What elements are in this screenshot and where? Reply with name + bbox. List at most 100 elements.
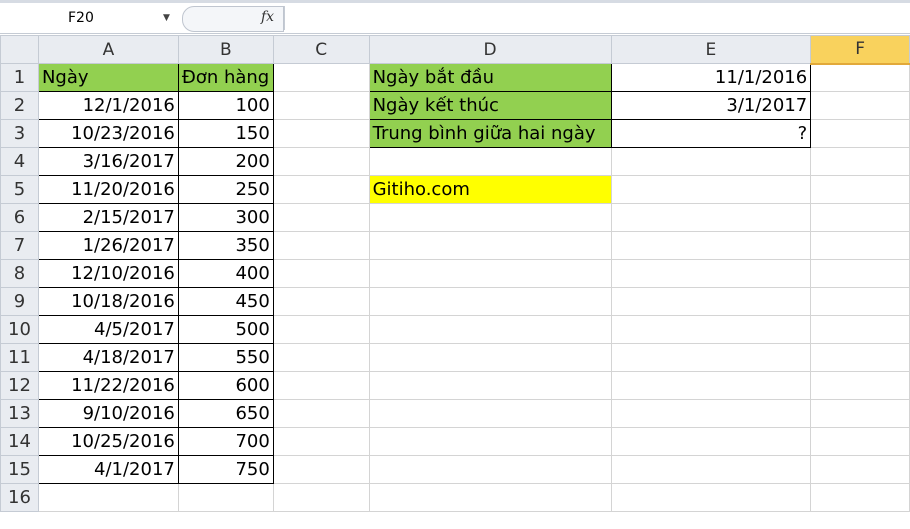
cell-D14[interactable] (368, 427, 612, 456)
cell-B4[interactable]: 200 (177, 147, 274, 176)
cell-D4[interactable] (368, 147, 612, 176)
cell-F2[interactable] (810, 91, 910, 120)
cell-E13[interactable] (610, 399, 812, 428)
cell-D15[interactable] (368, 455, 612, 484)
row-header[interactable]: 13 (0, 399, 39, 428)
cell-F4[interactable] (810, 147, 910, 176)
cell-B3[interactable]: 150 (177, 119, 274, 148)
cell-F13[interactable] (810, 399, 910, 428)
cell-C9[interactable] (272, 287, 370, 316)
row-header[interactable]: 16 (0, 483, 39, 512)
cell-E6[interactable] (610, 203, 812, 232)
cell-D8[interactable] (368, 259, 612, 288)
cell-F7[interactable] (810, 231, 910, 260)
cell-B1[interactable]: Đơn hàng (177, 63, 274, 92)
cell-D6[interactable] (368, 203, 612, 232)
cell-E3[interactable]: ? (610, 119, 812, 148)
cell-E14[interactable] (610, 427, 812, 456)
cell-A14[interactable]: 10/25/2016 (37, 427, 179, 456)
cell-F15[interactable] (810, 455, 910, 484)
cell-B6[interactable]: 300 (177, 203, 274, 232)
cell-D7[interactable] (368, 231, 612, 260)
formula-input[interactable] (284, 6, 910, 30)
cell-C7[interactable] (272, 231, 370, 260)
row-header[interactable]: 9 (0, 287, 39, 316)
cell-D12[interactable] (368, 371, 612, 400)
column-header-C[interactable]: C (272, 35, 370, 64)
cell-E16[interactable] (610, 483, 812, 512)
cell-F3[interactable] (810, 119, 910, 148)
cell-C1[interactable] (272, 63, 370, 92)
cell-A16[interactable] (37, 483, 179, 512)
cell-E12[interactable] (610, 371, 812, 400)
cell-E8[interactable] (610, 259, 812, 288)
cell-C2[interactable] (272, 91, 370, 120)
row-header[interactable]: 14 (0, 427, 39, 456)
column-header-A[interactable]: A (37, 35, 179, 64)
row-header[interactable]: 6 (0, 203, 39, 232)
cell-B2[interactable]: 100 (177, 91, 274, 120)
cell-F8[interactable] (810, 259, 910, 288)
cell-B10[interactable]: 500 (177, 315, 274, 344)
cell-D2[interactable]: Ngày kết thúc (368, 91, 612, 120)
cell-E1[interactable]: 11/1/2016 (610, 63, 812, 92)
name-box[interactable]: F20 ▼ (0, 6, 178, 30)
cell-B11[interactable]: 550 (177, 343, 274, 372)
cell-B5[interactable]: 250 (177, 175, 274, 204)
cell-A13[interactable]: 9/10/2016 (37, 399, 179, 428)
row-header[interactable]: 2 (0, 91, 39, 120)
cell-C3[interactable] (272, 119, 370, 148)
cell-C13[interactable] (272, 399, 370, 428)
cell-C8[interactable] (272, 259, 370, 288)
column-header-E[interactable]: E (610, 35, 812, 64)
cell-A7[interactable]: 1/26/2017 (37, 231, 179, 260)
cell-D1[interactable]: Ngày bắt đầu (368, 63, 612, 92)
cell-F5[interactable] (810, 175, 910, 204)
cell-B9[interactable]: 450 (177, 287, 274, 316)
cell-B15[interactable]: 750 (177, 455, 274, 484)
cell-D13[interactable] (368, 399, 612, 428)
cell-D16[interactable] (368, 483, 612, 512)
cell-E11[interactable] (610, 343, 812, 372)
cell-E10[interactable] (610, 315, 812, 344)
row-header[interactable]: 12 (0, 371, 39, 400)
select-all-corner[interactable] (0, 35, 39, 64)
cell-F11[interactable] (810, 343, 910, 372)
cell-C5[interactable] (272, 175, 370, 204)
row-header[interactable]: 10 (0, 315, 39, 344)
cell-A12[interactable]: 11/22/2016 (37, 371, 179, 400)
row-header[interactable]: 5 (0, 175, 39, 204)
row-header[interactable]: 15 (0, 455, 39, 484)
cell-D10[interactable] (368, 315, 612, 344)
cell-F14[interactable] (810, 427, 910, 456)
cell-C14[interactable] (272, 427, 370, 456)
cell-A3[interactable]: 10/23/2016 (37, 119, 179, 148)
function-icon[interactable]: fx (261, 9, 274, 25)
cell-C4[interactable] (272, 147, 370, 176)
cell-E4[interactable] (610, 147, 812, 176)
row-header[interactable]: 8 (0, 259, 39, 288)
cell-A2[interactable]: 12/1/2016 (37, 91, 179, 120)
cell-D5[interactable]: Gitiho.com (368, 175, 612, 204)
cell-D11[interactable] (368, 343, 612, 372)
cell-C15[interactable] (272, 455, 370, 484)
cell-F1[interactable] (810, 63, 910, 92)
cell-A4[interactable]: 3/16/2017 (37, 147, 179, 176)
cell-F12[interactable] (810, 371, 910, 400)
cell-C11[interactable] (272, 343, 370, 372)
cell-B12[interactable]: 600 (177, 371, 274, 400)
column-header-F[interactable]: F (810, 35, 910, 65)
cell-E9[interactable] (610, 287, 812, 316)
cell-B13[interactable]: 650 (177, 399, 274, 428)
row-header[interactable]: 4 (0, 147, 39, 176)
column-header-D[interactable]: D (368, 35, 612, 64)
cell-A6[interactable]: 2/15/2017 (37, 203, 179, 232)
cell-D3[interactable]: Trung bình giữa hai ngày (368, 119, 612, 148)
cell-C10[interactable] (272, 315, 370, 344)
cell-A5[interactable]: 11/20/2016 (37, 175, 179, 204)
cell-F10[interactable] (810, 315, 910, 344)
cell-F16[interactable] (810, 483, 910, 512)
cell-E15[interactable] (610, 455, 812, 484)
cell-F6[interactable] (810, 203, 910, 232)
row-header[interactable]: 1 (0, 63, 39, 92)
